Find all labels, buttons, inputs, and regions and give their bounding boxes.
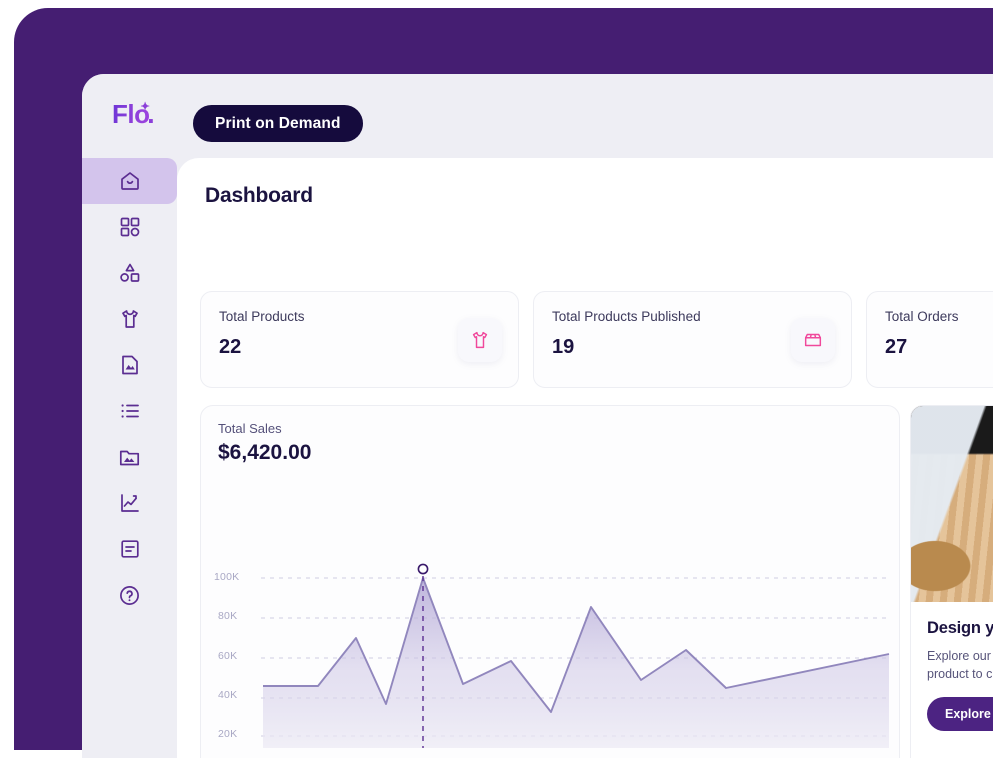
document-icon bbox=[119, 538, 141, 560]
promo-description: Explore our d product to cu bbox=[927, 647, 993, 683]
stat-value: 27 bbox=[885, 336, 907, 359]
tshirt-icon bbox=[458, 318, 502, 362]
stat-value: 22 bbox=[219, 336, 241, 359]
sidebar-item-orders[interactable] bbox=[82, 388, 177, 434]
sidebar-item-designs[interactable] bbox=[82, 342, 177, 388]
promo-description-line-1: Explore our d bbox=[927, 649, 993, 663]
list-icon bbox=[119, 400, 141, 422]
stat-card-total-products-published[interactable]: Total Products Published 19 bbox=[533, 291, 852, 388]
sales-value: $6,420.00 bbox=[218, 441, 311, 465]
store-icon bbox=[791, 318, 835, 362]
y-axis-label-20k: 20K bbox=[218, 728, 237, 740]
sidebar-item-dashboard-grid[interactable] bbox=[82, 204, 177, 250]
desktop-background: Flo✦. Print on Demand bbox=[14, 8, 993, 750]
main-content: Dashboard Total Products 22 Total Produc… bbox=[177, 158, 993, 758]
total-sales-card: Total Sales $6,420.00 bbox=[200, 405, 900, 758]
chart-area-fill bbox=[263, 578, 889, 748]
tshirt-icon bbox=[118, 307, 142, 331]
stat-card-row: Total Products 22 Total Products Publish… bbox=[200, 291, 993, 388]
stat-value: 19 bbox=[552, 336, 574, 359]
stat-label: Total Products bbox=[219, 309, 305, 324]
page-title: Dashboard bbox=[205, 184, 313, 208]
chart-highlight-point bbox=[418, 564, 427, 573]
sidebar-item-docs[interactable] bbox=[82, 526, 177, 572]
brand-logo[interactable]: Flo✦. bbox=[112, 101, 154, 127]
promo-image bbox=[911, 406, 993, 602]
stat-card-total-orders[interactable]: Total Orders 27 bbox=[866, 291, 993, 388]
stat-label: Total Products Published bbox=[552, 309, 701, 324]
sidebar-item-home[interactable] bbox=[82, 158, 177, 204]
stat-label: Total Orders bbox=[885, 309, 959, 324]
sidebar-item-shapes[interactable] bbox=[82, 250, 177, 296]
y-axis-label-80k: 80K bbox=[218, 610, 237, 622]
y-axis-label-100k: 100K bbox=[214, 571, 239, 583]
brand-logo-dot: . bbox=[147, 101, 154, 127]
sales-label: Total Sales bbox=[218, 421, 282, 436]
chart-line-icon bbox=[119, 492, 141, 514]
sidebar-nav bbox=[82, 158, 177, 758]
shapes-icon bbox=[119, 262, 141, 284]
promo-description-line-2: product to cu bbox=[927, 667, 993, 681]
top-bar: Flo✦. Print on Demand bbox=[82, 74, 993, 158]
home-icon bbox=[118, 169, 142, 193]
app-window: Flo✦. Print on Demand bbox=[82, 74, 993, 758]
stat-card-total-products[interactable]: Total Products 22 bbox=[200, 291, 519, 388]
y-axis-label-60k: 60K bbox=[218, 650, 237, 662]
help-circle-icon bbox=[118, 584, 141, 607]
promo-card[interactable]: Design yo Explore our d product to cu Ex… bbox=[910, 405, 993, 758]
sidebar-item-media[interactable] bbox=[82, 434, 177, 480]
y-axis-label-40k: 40K bbox=[218, 689, 237, 701]
sidebar-item-products[interactable] bbox=[82, 296, 177, 342]
sales-area-chart[interactable]: 100K 80K 60K 40K 20K Feb 8 Feb 9 Feb 10 … bbox=[201, 468, 901, 758]
print-on-demand-button[interactable]: Print on Demand bbox=[193, 105, 363, 142]
promo-title: Design yo bbox=[927, 619, 993, 638]
grid-icon bbox=[119, 216, 141, 238]
promo-body: Design yo Explore our d product to cu Ex… bbox=[911, 602, 993, 731]
explore-button[interactable]: Explore our bbox=[927, 697, 993, 731]
image-folder-icon bbox=[118, 446, 141, 469]
sidebar-item-help[interactable] bbox=[82, 572, 177, 618]
sidebar-item-analytics[interactable] bbox=[82, 480, 177, 526]
image-file-icon bbox=[119, 354, 141, 376]
